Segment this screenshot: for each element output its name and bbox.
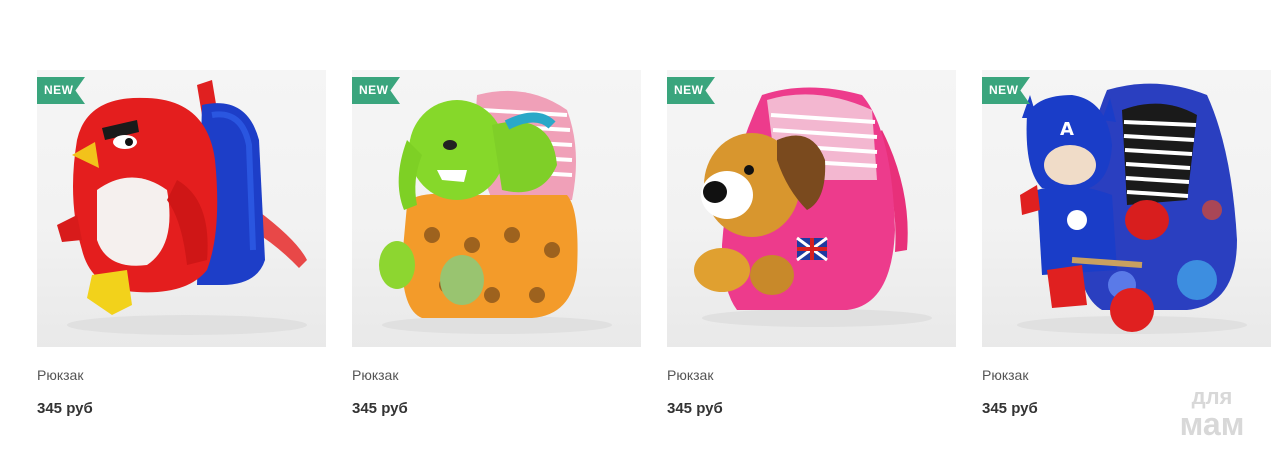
product-price: 345 руб xyxy=(667,400,723,417)
puppy-backpack-illustration xyxy=(694,87,932,327)
product-card[interactable]: A NEW Рюкзак 345 руб xyxy=(982,70,1271,430)
product-image[interactable]: NEW xyxy=(352,70,641,347)
product-title[interactable]: Рюкзак xyxy=(982,367,1028,383)
product-price: 345 руб xyxy=(37,400,93,417)
product-image[interactable]: A NEW xyxy=(982,70,1271,347)
product-grid: NEW Рюкзак 345 руб NEW Рюкзак 345 руб NE… xyxy=(0,0,1280,457)
product-image[interactable]: NEW xyxy=(37,70,326,347)
product-card[interactable]: NEW Рюкзак 345 руб xyxy=(37,70,326,430)
watermark-line-1: для xyxy=(1191,384,1233,409)
product-price: 345 руб xyxy=(982,400,1038,417)
angry-bird-backpack-illustration xyxy=(57,80,307,335)
svg-text:A: A xyxy=(1060,119,1074,140)
product-price: 345 руб xyxy=(352,400,408,417)
product-title[interactable]: Рюкзак xyxy=(37,367,83,383)
product-title[interactable]: Рюкзак xyxy=(667,367,713,383)
product-card[interactable]: NEW Рюкзак 345 руб xyxy=(667,70,956,430)
captain-hero-backpack-illustration: A xyxy=(1017,83,1247,334)
product-image[interactable]: NEW xyxy=(667,70,956,347)
site-watermark-logo: для мам xyxy=(1162,386,1262,446)
watermark-line-2: мам xyxy=(1179,406,1245,442)
elephant-backpack-illustration xyxy=(379,90,612,334)
product-card[interactable]: NEW Рюкзак 345 руб xyxy=(352,70,641,430)
product-title[interactable]: Рюкзак xyxy=(352,367,398,383)
